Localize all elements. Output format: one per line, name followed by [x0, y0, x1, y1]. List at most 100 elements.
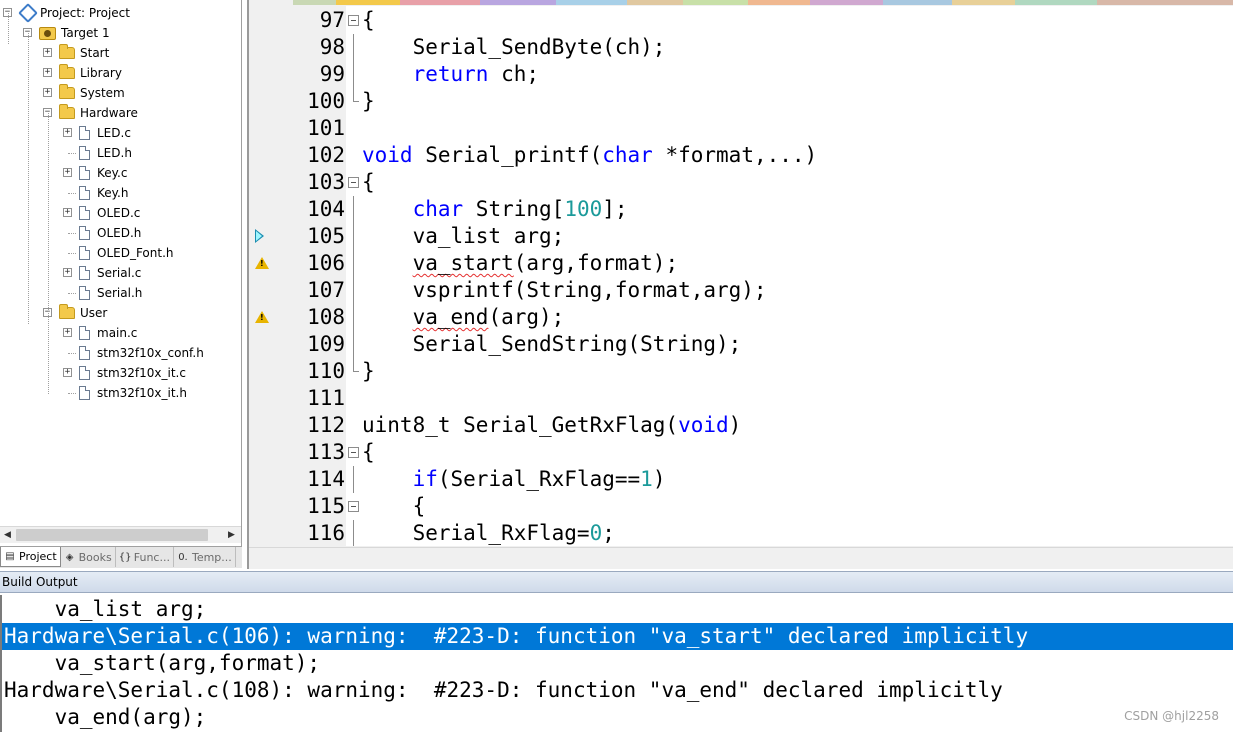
tree-item[interactable]: Serial.h [79, 284, 142, 302]
folder-icon [59, 44, 75, 59]
line-number: 101 [307, 116, 345, 140]
code-text: vsprintf(String,format,arg); [362, 277, 767, 304]
expand-plus-icon[interactable]: + [63, 368, 72, 377]
code-line[interactable]: 116 Serial_RxFlag=0; [249, 520, 1233, 546]
tree-connector [68, 293, 76, 294]
editor-tab-strip[interactable] [249, 0, 1233, 5]
tree-item[interactable]: Target 1 [39, 24, 110, 42]
fold-guide [353, 34, 354, 61]
code-area[interactable]: 97{98 Serial_SendByte(ch); 99 return ch; 1… [249, 6, 1233, 546]
editor-tab[interactable] [810, 0, 883, 5]
tree-item[interactable]: LED.c [79, 124, 131, 142]
tree-item[interactable]: Start [59, 44, 109, 62]
tree-item[interactable]: stm32f10x_it.h [79, 384, 187, 402]
tree-item[interactable]: Project: Project [19, 4, 130, 22]
tree-item[interactable]: OLED.h [79, 224, 141, 242]
editor-tab[interactable] [336, 0, 400, 5]
code-line[interactable]: 105 va_list arg; [249, 223, 1233, 250]
build-output-line[interactable]: Hardware\Serial.c(106): warning: #223-D:… [2, 623, 1233, 650]
tree-item[interactable]: Key.c [79, 164, 127, 182]
warning-icon[interactable] [255, 257, 269, 269]
file-icon [79, 266, 90, 280]
editor-tab[interactable] [249, 0, 293, 5]
tab-temp[interactable]: 0. Temp... [174, 547, 236, 567]
code-line[interactable]: 108 va_end(arg); [249, 304, 1233, 331]
scroll-right-icon[interactable]: ▶ [224, 528, 239, 543]
line-number: 103 [307, 170, 345, 194]
code-line[interactable]: 113 { [249, 439, 1233, 466]
expand-plus-icon[interactable]: + [43, 48, 52, 57]
expand-plus-icon[interactable]: + [63, 268, 72, 277]
code-line[interactable]: 114 if(Serial_RxFlag==1) [249, 466, 1233, 493]
code-line[interactable]: 99 return ch; [249, 61, 1233, 88]
editor-tab[interactable] [555, 0, 627, 5]
code-line[interactable]: 107 vsprintf(String,format,arg); [249, 277, 1233, 304]
fold-collapse-icon[interactable] [348, 447, 359, 458]
expand-plus-icon[interactable]: + [43, 88, 52, 97]
tree-item[interactable]: Hardware [59, 104, 138, 122]
editor-horizontal-scrollbar[interactable] [249, 547, 1233, 567]
fold-collapse-icon[interactable] [348, 501, 359, 512]
editor-tab[interactable] [292, 0, 337, 5]
editor-tab[interactable] [882, 0, 952, 5]
editor-tab[interactable] [1015, 0, 1097, 5]
editor-tab[interactable] [479, 0, 556, 5]
tree-connector [68, 393, 76, 394]
fold-collapse-icon[interactable] [348, 177, 359, 188]
file-icon [79, 206, 90, 220]
build-output-line[interactable]: va_start(arg,format); [2, 650, 1233, 677]
editor-tab[interactable] [399, 0, 480, 5]
tree-item[interactable]: Library [59, 64, 122, 82]
expand-plus-icon[interactable]: + [43, 68, 52, 77]
code-line[interactable]: 100} [249, 88, 1233, 115]
code-line[interactable]: 103 { [249, 169, 1233, 196]
code-token: (arg,format); [513, 251, 679, 275]
code-line[interactable]: 98 Serial_SendByte(ch); [249, 34, 1233, 61]
tree-item[interactable]: OLED.c [79, 204, 140, 222]
tab-books[interactable]: ◈ Books [61, 547, 116, 567]
editor-tab[interactable] [626, 0, 683, 5]
code-line[interactable]: 101 [249, 115, 1233, 142]
code-line[interactable]: 111 [249, 385, 1233, 412]
expand-plus-icon[interactable]: + [63, 168, 72, 177]
scroll-left-icon[interactable]: ◀ [0, 528, 15, 543]
tree-item[interactable]: LED.h [79, 144, 132, 162]
warning-icon[interactable] [255, 311, 269, 323]
code-line[interactable]: 115 { [249, 493, 1233, 520]
build-output-line[interactable]: Hardware\Serial.c(108): warning: #223-D:… [2, 677, 1233, 704]
code-line[interactable]: 106 va_start(arg,format); [249, 250, 1233, 277]
tree-horizontal-scrollbar[interactable]: ◀ ▶ [0, 526, 241, 543]
tree-item[interactable]: main.c [79, 324, 137, 342]
tree-item[interactable]: stm32f10x_it.c [79, 364, 186, 382]
code-line[interactable]: 109 Serial_SendString(String); [249, 331, 1233, 358]
editor-tab[interactable] [1096, 0, 1233, 5]
code-token: char [412, 197, 464, 221]
tree-item[interactable]: Key.h [79, 184, 128, 202]
tree-item[interactable]: System [59, 84, 125, 102]
code-line[interactable]: 112 uint8_t Serial_GetRxFlag(void) [249, 412, 1233, 439]
tree-item-label: System [80, 86, 125, 100]
tree-item[interactable]: stm32f10x_conf.h [79, 344, 204, 362]
build-output-line[interactable]: va_end(arg); [2, 704, 1233, 731]
tab-func[interactable]: {} Func... [116, 547, 174, 567]
editor-tab[interactable] [748, 0, 811, 5]
build-output-line[interactable]: va_list arg; [2, 596, 1233, 623]
line-number: 107 [307, 278, 345, 302]
tab-project[interactable]: ▤ Project [0, 547, 61, 567]
scroll-thumb[interactable] [16, 529, 208, 541]
expand-plus-icon[interactable]: + [63, 328, 72, 337]
code-line[interactable]: 102 void Serial_printf(char *format,...) [249, 142, 1233, 169]
code-line[interactable]: 110} [249, 358, 1233, 385]
code-line[interactable]: 104 char String[100]; [249, 196, 1233, 223]
code-line[interactable]: 97 { [249, 7, 1233, 34]
expand-plus-icon[interactable]: + [63, 128, 72, 137]
fold-collapse-icon[interactable] [348, 15, 359, 26]
code-text: return ch; [362, 61, 539, 88]
build-output-window[interactable]: va_list arg; Hardware\Serial.c(106): warn… [0, 595, 1233, 732]
tree-item[interactable]: Serial.c [79, 264, 141, 282]
tree-item[interactable]: OLED_Font.h [79, 244, 174, 262]
editor-tab[interactable] [951, 0, 1016, 5]
expand-plus-icon[interactable]: + [63, 208, 72, 217]
tree-item[interactable]: User [59, 304, 107, 322]
editor-tab[interactable] [682, 0, 749, 5]
